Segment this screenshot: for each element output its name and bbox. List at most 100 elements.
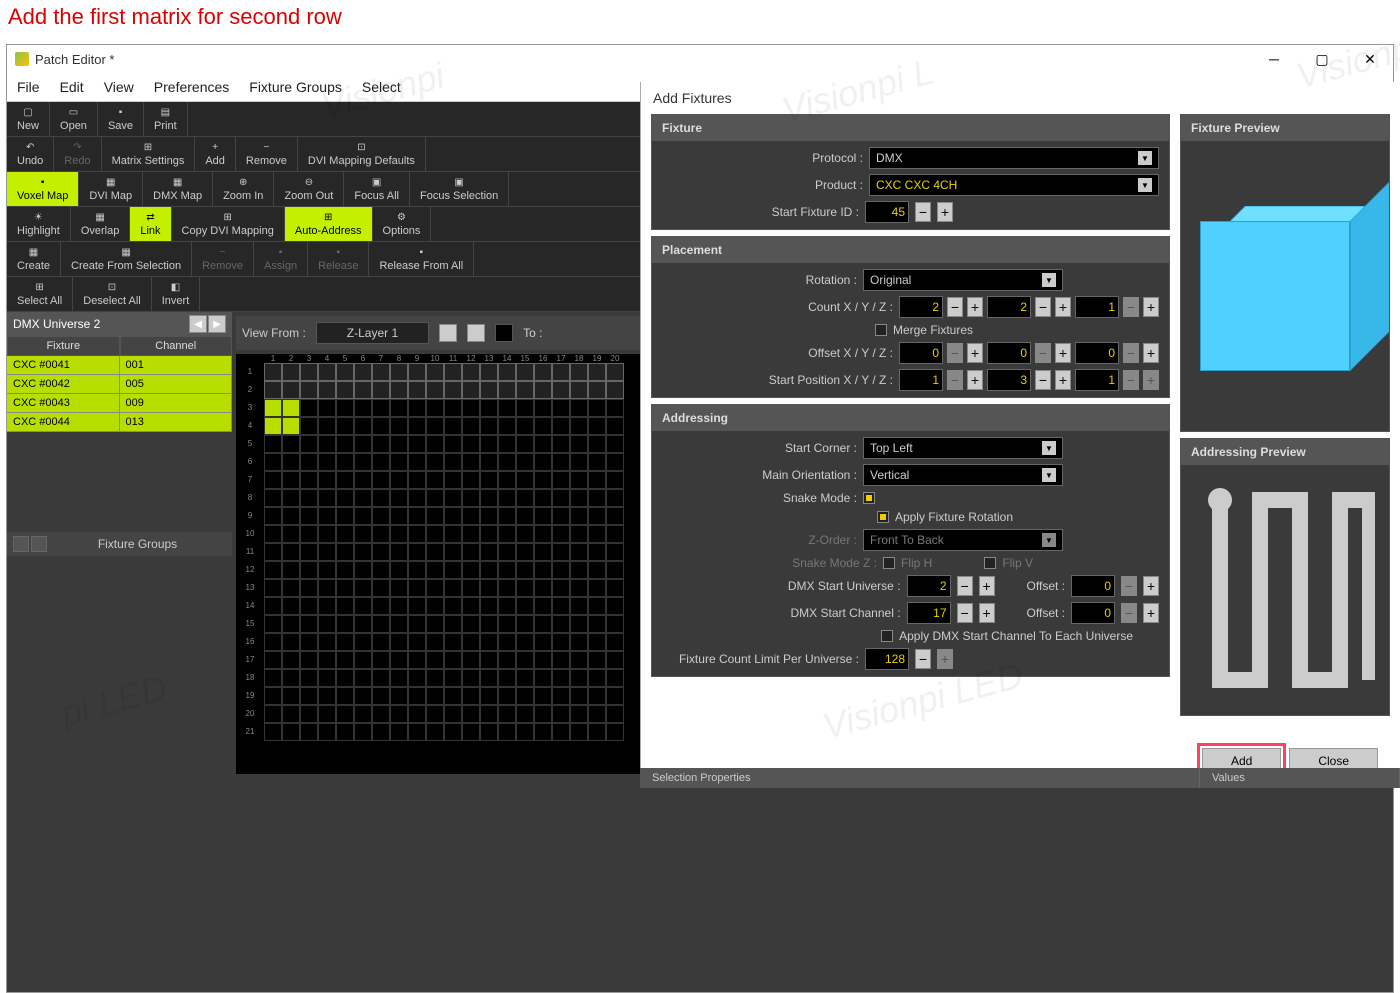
grid-cell[interactable] (480, 417, 498, 435)
offset2-inc[interactable]: + (1143, 603, 1159, 623)
grid-cell[interactable] (552, 471, 570, 489)
grid-cell[interactable] (570, 579, 588, 597)
product-dropdown[interactable]: CXC CXC 4CH▼ (869, 174, 1159, 196)
grid-cell[interactable] (480, 705, 498, 723)
limit-input[interactable] (865, 648, 909, 670)
toolbar-remove[interactable]: −Remove (236, 137, 298, 171)
grid-cell[interactable] (336, 561, 354, 579)
grid-cell[interactable] (282, 579, 300, 597)
grid-cell[interactable] (354, 705, 372, 723)
grid-cell[interactable] (516, 687, 534, 705)
grid-cell[interactable] (336, 399, 354, 417)
grid-cell[interactable] (336, 453, 354, 471)
grid-cell[interactable] (444, 507, 462, 525)
grid-cell[interactable] (408, 507, 426, 525)
grid-cell[interactable] (588, 525, 606, 543)
maximize-button[interactable]: ▢ (1307, 49, 1337, 69)
grid-cell[interactable] (552, 507, 570, 525)
grid-cell[interactable] (570, 669, 588, 687)
grid-cell[interactable] (318, 561, 336, 579)
dmx-univ-input[interactable] (907, 575, 951, 597)
grid-cell[interactable] (516, 399, 534, 417)
grid-cell[interactable] (444, 417, 462, 435)
toolbar-options[interactable]: ⚙Options (373, 207, 432, 241)
toolbar-copy-dvi-mapping[interactable]: ⊞Copy DVI Mapping (172, 207, 285, 241)
grid-cell[interactable] (462, 453, 480, 471)
count-x-input[interactable] (899, 296, 943, 318)
grid-cell[interactable] (516, 507, 534, 525)
grid-cell[interactable] (552, 633, 570, 651)
grid-cell[interactable] (462, 723, 480, 741)
grid-cell[interactable] (444, 669, 462, 687)
grid-cell[interactable] (408, 687, 426, 705)
grid-cell[interactable] (336, 525, 354, 543)
grid-cell[interactable] (498, 399, 516, 417)
count-y-input[interactable] (987, 296, 1031, 318)
grid-cell[interactable] (372, 399, 390, 417)
grid-cell[interactable] (462, 417, 480, 435)
grid-cell[interactable] (552, 489, 570, 507)
grid-cell[interactable] (570, 489, 588, 507)
universe-next[interactable]: ▶ (208, 315, 226, 333)
grid-cell[interactable] (606, 525, 624, 543)
grid-cell[interactable] (336, 615, 354, 633)
rotation-dropdown[interactable]: Original▼ (863, 269, 1063, 291)
toolbar-focus-selection[interactable]: ▣Focus Selection (410, 172, 509, 206)
grid-cell[interactable] (606, 507, 624, 525)
grid-cell[interactable] (408, 525, 426, 543)
grid-cell[interactable] (300, 669, 318, 687)
grid-cell[interactable] (426, 453, 444, 471)
grid-cell[interactable] (516, 525, 534, 543)
grid-cell[interactable] (408, 543, 426, 561)
grid-cell[interactable] (570, 363, 588, 381)
grid-cell[interactable] (372, 705, 390, 723)
grid-cell[interactable] (498, 471, 516, 489)
grid-cell[interactable] (444, 723, 462, 741)
grid-cell[interactable] (372, 525, 390, 543)
grid-cell[interactable] (426, 561, 444, 579)
grid-cell[interactable] (426, 381, 444, 399)
grid-cell[interactable] (516, 579, 534, 597)
start-id-input[interactable] (865, 201, 909, 223)
grid-cell[interactable] (372, 561, 390, 579)
grid-cell[interactable] (354, 597, 372, 615)
grid-cell[interactable] (444, 687, 462, 705)
grid-cell[interactable] (588, 417, 606, 435)
orient-dropdown[interactable]: Vertical▼ (863, 464, 1063, 486)
grid-cell[interactable] (408, 579, 426, 597)
grid-cell[interactable] (570, 453, 588, 471)
offset-y-input[interactable] (987, 342, 1031, 364)
grid-cell[interactable] (552, 651, 570, 669)
dmx-univ-dec[interactable]: − (957, 576, 973, 596)
grid-cell[interactable] (534, 579, 552, 597)
grid-cell[interactable] (336, 669, 354, 687)
fixture-row[interactable]: CXC #0041001 (7, 356, 232, 375)
start-id-inc[interactable]: + (937, 202, 953, 222)
grid-cell[interactable] (372, 597, 390, 615)
grid-cell[interactable] (480, 687, 498, 705)
apply-rot-checkbox[interactable] (877, 511, 889, 523)
grid-cell[interactable] (372, 363, 390, 381)
grid-cell[interactable] (498, 687, 516, 705)
grid-cell[interactable] (534, 723, 552, 741)
grid-cell[interactable] (300, 687, 318, 705)
grid-cell[interactable] (318, 363, 336, 381)
grid-cell[interactable] (264, 543, 282, 561)
grid-cell[interactable] (606, 633, 624, 651)
protocol-dropdown[interactable]: DMX▼ (869, 147, 1159, 169)
grid-cell[interactable] (606, 363, 624, 381)
grid-cell[interactable] (282, 705, 300, 723)
grid-cell[interactable] (336, 597, 354, 615)
grid-cell[interactable] (480, 525, 498, 543)
grid-cell[interactable] (408, 363, 426, 381)
grid-cell[interactable] (606, 615, 624, 633)
grid-cell[interactable] (408, 399, 426, 417)
grid-cell[interactable] (336, 507, 354, 525)
grid-cell[interactable] (516, 615, 534, 633)
grid-cell[interactable] (516, 723, 534, 741)
grid-cell[interactable] (336, 687, 354, 705)
fixture-row[interactable]: CXC #0043009 (7, 394, 232, 413)
grid-cell[interactable] (606, 669, 624, 687)
grid-cell[interactable] (606, 705, 624, 723)
grid-cell[interactable] (588, 489, 606, 507)
